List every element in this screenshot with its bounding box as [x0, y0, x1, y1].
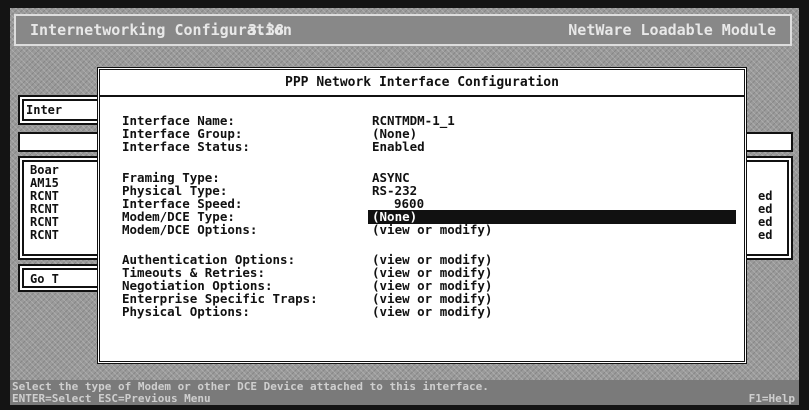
help-key[interactable]: F1=Help	[749, 393, 795, 405]
header-bar: Internetworking Configuration 3.38 NetWa…	[14, 14, 792, 46]
field-value[interactable]: Enabled	[372, 140, 425, 154]
ppp-config-dialog: PPP Network Interface Configuration Inte…	[97, 67, 747, 364]
dialog-title: PPP Network Interface Configuration	[100, 70, 744, 97]
field-label: Modem/DCE Options:	[122, 222, 258, 237]
field-interface-status[interactable]: Interface Status: Enabled	[100, 140, 744, 154]
go-option[interactable]: Go T	[30, 273, 59, 286]
key-hints: ENTER=Select ESC=Previous Menu	[12, 392, 211, 405]
background-go-panel: Go T	[18, 264, 108, 292]
field-label: Physical Options:	[122, 304, 250, 319]
app-version: 3.38	[248, 21, 285, 39]
module-type: NetWare Loadable Module	[568, 21, 776, 39]
field-physical-options[interactable]: Physical Options: (view or modify)	[100, 305, 744, 319]
field-label: Interface Status:	[122, 139, 250, 154]
background-panel-title: Inter	[26, 103, 63, 117]
status-bar: Select the type of Modem or other DCE De…	[10, 380, 799, 405]
board-status: ed	[758, 228, 773, 242]
console-screen: Internetworking Configuration 3.38 NetWa…	[10, 8, 799, 405]
board-row[interactable]: RCNT	[30, 229, 59, 242]
field-modem-dce-options[interactable]: Modem/DCE Options: (view or modify)	[100, 223, 744, 237]
field-value[interactable]: (view or modify)	[372, 223, 492, 237]
background-main-panel: Inter	[18, 95, 108, 125]
field-value[interactable]: (view or modify)	[372, 305, 492, 319]
